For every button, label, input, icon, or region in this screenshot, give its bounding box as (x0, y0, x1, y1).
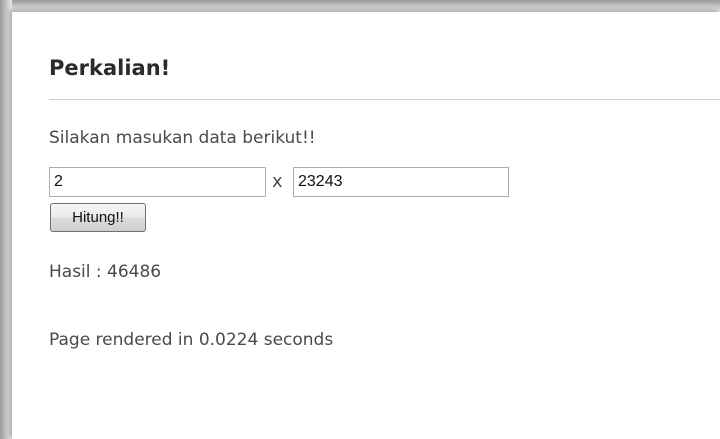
window-shadow-left (0, 0, 12, 439)
window-shadow-top (0, 0, 720, 12)
result-text: Hasil : 46486 (49, 262, 162, 282)
operand-b-input[interactable] (293, 167, 509, 197)
title-divider (49, 99, 720, 100)
page-body: Perkalian! Silakan masukan data berikut!… (12, 12, 720, 439)
calculate-button[interactable]: Hitung!! (50, 203, 146, 232)
multiply-sign: x (272, 171, 283, 192)
page-title: Perkalian! (49, 56, 171, 80)
instruction-text: Silakan masukan data berikut!! (49, 128, 316, 148)
operand-a-input[interactable] (49, 167, 266, 197)
render-time-text: Page rendered in 0.0224 seconds (49, 330, 334, 350)
